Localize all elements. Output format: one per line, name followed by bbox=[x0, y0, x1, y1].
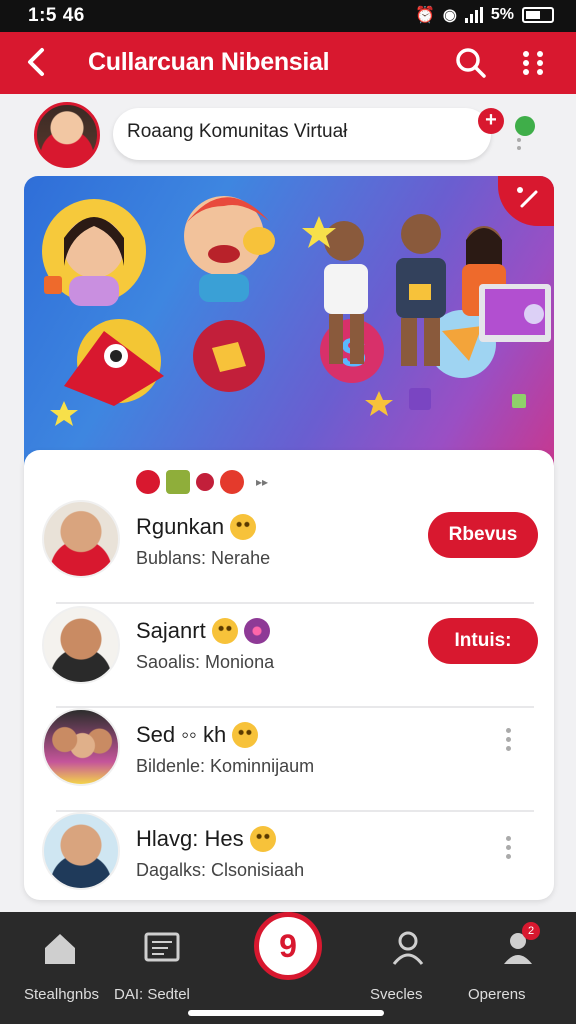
list-item[interactable]: Hlavg: Hes Dagalks: Clsonisiaah bbox=[24, 812, 554, 900]
center-action-button[interactable]: 9 bbox=[254, 912, 322, 980]
member-avatar bbox=[42, 500, 120, 578]
online-status-icon bbox=[515, 116, 535, 136]
kebab-icon bbox=[506, 728, 511, 733]
member-avatar bbox=[42, 708, 120, 786]
user-icon bbox=[392, 931, 424, 965]
nav-profile-label: Svecles bbox=[370, 986, 423, 1003]
member-action-button[interactable]: Intuis: bbox=[428, 618, 538, 664]
member-status: Dagalks: Clsonisiaah bbox=[136, 860, 305, 880]
room-name-field[interactable]: Roaang Komunitas Virtuał bbox=[113, 108, 491, 160]
back-button[interactable] bbox=[20, 44, 56, 80]
nav-home[interactable]: Stealhgnbs bbox=[0, 912, 120, 1012]
member-name: Sajanrt bbox=[136, 618, 270, 644]
nav-settings[interactable]: 2 Operens bbox=[462, 912, 572, 1012]
music-tag-icon[interactable] bbox=[196, 473, 214, 491]
heart-tag-icon[interactable] bbox=[136, 470, 160, 494]
member-name: Rgunkan bbox=[136, 514, 257, 540]
battery-percent: 5% bbox=[490, 6, 514, 23]
tag-row: ▸▸ bbox=[136, 470, 268, 494]
board-icon bbox=[144, 932, 180, 962]
alarm-icon: ⏰ bbox=[414, 7, 435, 24]
nav-home-label: Stealhgnbs bbox=[24, 986, 100, 1003]
profile-row: Roaang Komunitas Virtuał + bbox=[0, 94, 576, 174]
app-bar: Cullarcuan Nibensial bbox=[0, 32, 576, 94]
battery-icon bbox=[522, 7, 554, 23]
member-avatar bbox=[42, 606, 120, 684]
mini-more-icon[interactable] bbox=[517, 138, 523, 154]
more-options-button[interactable] bbox=[516, 46, 550, 80]
bottom-navigation: Stealhgnbs DAI: Sedtel 9 Svecles 2 Opere… bbox=[0, 912, 576, 1024]
member-status: Saoalis: Monionа bbox=[136, 652, 275, 672]
kebab-menu-icon bbox=[523, 51, 543, 75]
smile-emoji-icon bbox=[211, 618, 238, 644]
add-button[interactable]: + bbox=[478, 108, 504, 134]
member-name: Sed ◦◦ kh bbox=[136, 722, 259, 748]
member-list-card: ▸▸ Rgunkan Bublans: Nerahe Rbevus Sajanr… bbox=[24, 450, 554, 900]
kebab-icon bbox=[506, 836, 511, 841]
room-name-text: Roaang Komunitas Virtuał bbox=[127, 121, 348, 142]
nav-board[interactable]: DAI: Sedtel bbox=[114, 912, 220, 1012]
member-action-button[interactable]: Rbevus bbox=[428, 512, 538, 558]
search-icon bbox=[456, 48, 486, 78]
smile-emoji-icon bbox=[230, 514, 257, 540]
flower-emoji-icon bbox=[243, 618, 270, 644]
home-indicator bbox=[188, 1010, 384, 1016]
notification-badge: 2 bbox=[522, 922, 540, 940]
member-status: Bublans: Nerahe bbox=[136, 548, 271, 568]
list-item[interactable]: Sajanrt Saoalis: Monionа Intuis: bbox=[24, 604, 554, 708]
chevron-left-icon bbox=[28, 48, 44, 76]
user-avatar[interactable] bbox=[34, 102, 100, 168]
status-bar: 1:5 46 ⏰ ◉ 5% bbox=[0, 0, 576, 32]
signal-icon bbox=[464, 7, 483, 23]
status-icons: ⏰ ◉ 5% bbox=[415, 5, 554, 25]
item-more-button[interactable] bbox=[506, 728, 514, 754]
smile-emoji-icon bbox=[232, 722, 259, 748]
member-avatar bbox=[42, 812, 120, 890]
home-icon bbox=[45, 934, 75, 964]
community-banner[interactable]: S bbox=[24, 176, 554, 466]
wifi-icon: ◉ bbox=[442, 7, 457, 24]
item-more-button[interactable] bbox=[506, 836, 514, 862]
more-tags-icon[interactable]: ▸▸ bbox=[256, 475, 268, 489]
search-button[interactable] bbox=[454, 46, 488, 80]
nav-board-label: DAI: Sedtel bbox=[114, 986, 190, 1003]
list-item[interactable]: Rgunkan Bublans: Nerahe Rbevus bbox=[24, 500, 554, 604]
banner-illustration: S bbox=[42, 196, 551, 426]
banner-close-button[interactable] bbox=[498, 176, 554, 226]
grid-tag-icon[interactable] bbox=[166, 470, 190, 494]
member-status: Bildenle: Kominnijaum bbox=[136, 756, 315, 776]
app-title: Cullarcuan Nibensial bbox=[88, 48, 330, 76]
member-name: Hlavg: Hes bbox=[136, 826, 276, 852]
edit-icon bbox=[517, 187, 538, 208]
nav-profile[interactable]: Svecles bbox=[366, 912, 456, 1012]
nav-settings-label: Operens bbox=[468, 986, 526, 1003]
list-item[interactable]: Sed ◦◦ kh Bildenle: Kominnijaum bbox=[24, 708, 554, 812]
smile-emoji-icon bbox=[249, 826, 276, 852]
game-tag-icon[interactable] bbox=[220, 470, 244, 494]
status-time: 1:5 46 bbox=[28, 5, 85, 26]
